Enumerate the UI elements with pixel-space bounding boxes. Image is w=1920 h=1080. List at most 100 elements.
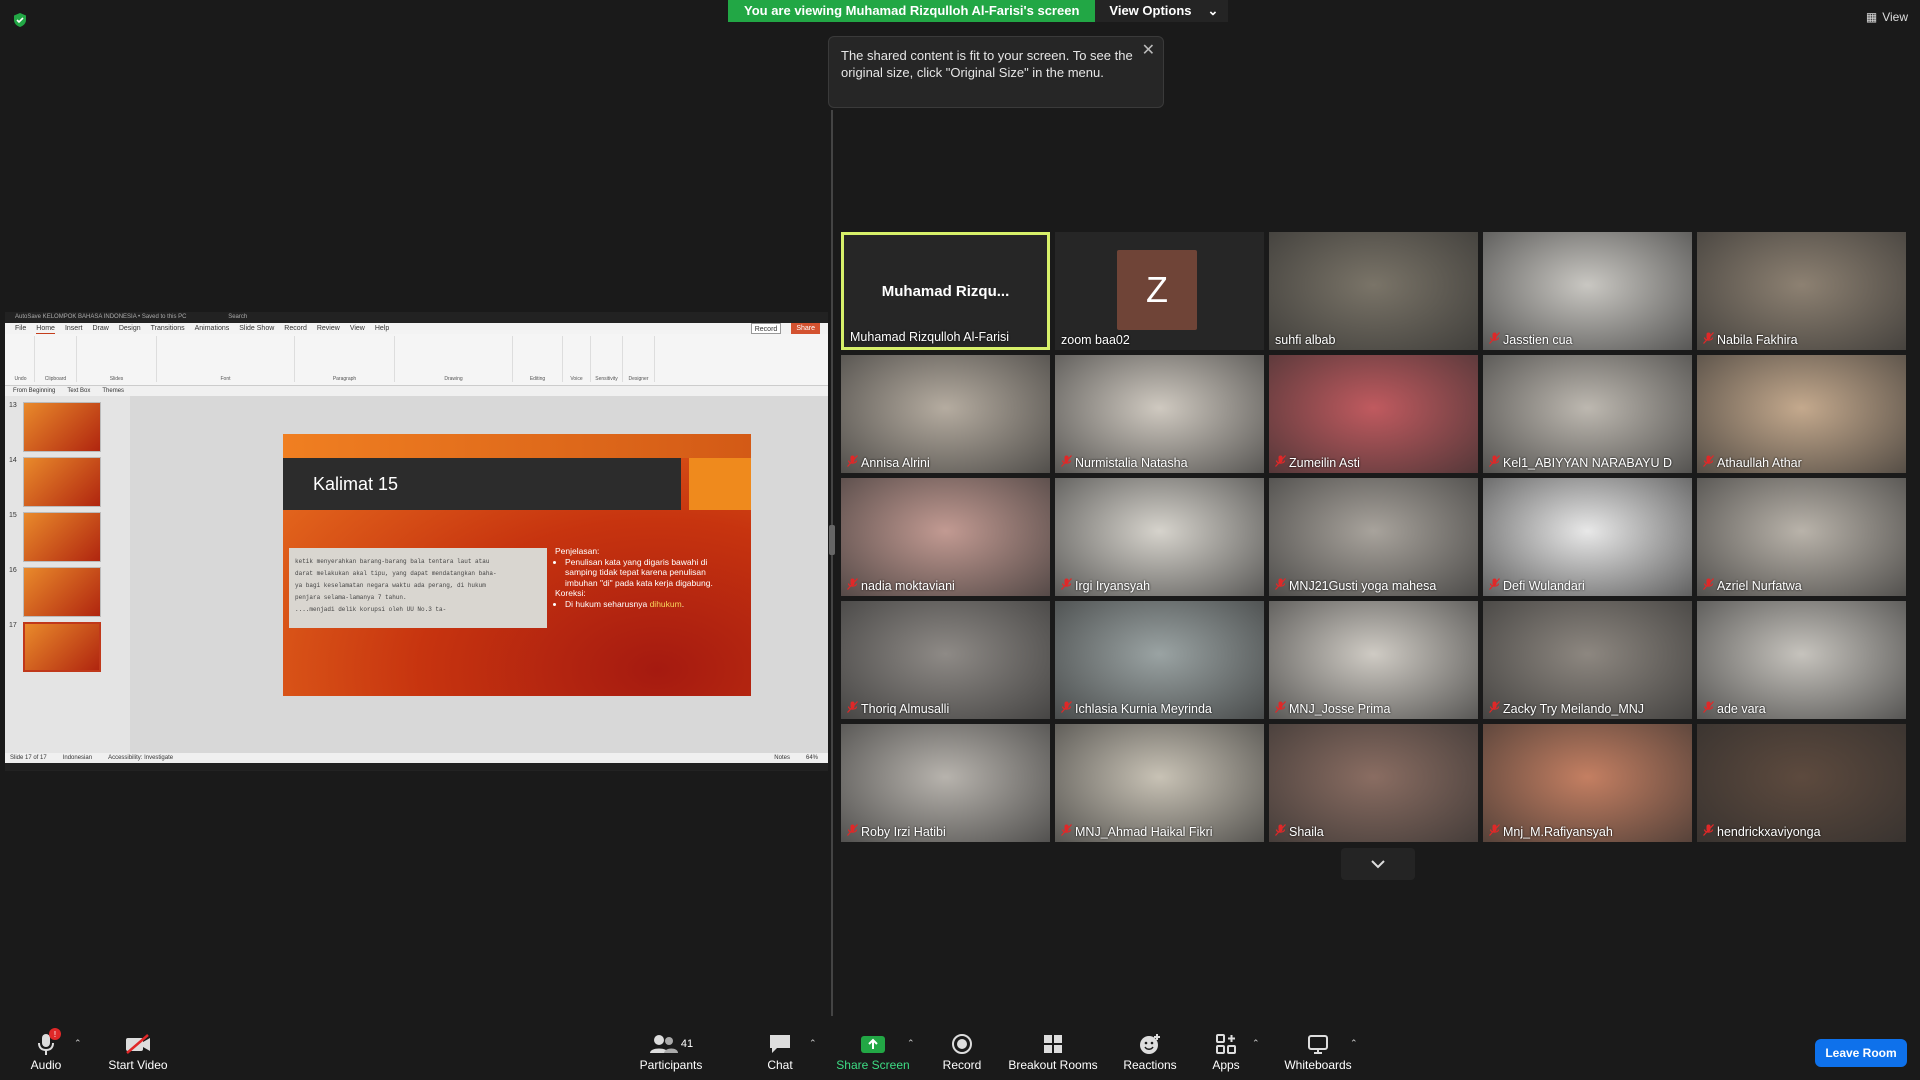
view-options-label: View Options — [1109, 3, 1192, 18]
ppt-menu-slide-show[interactable]: Slide Show — [239, 323, 274, 334]
participant-tile[interactable]: Mnj_M.Rafiyansyah — [1483, 724, 1692, 842]
slide-thumbnail[interactable] — [23, 567, 101, 617]
gallery-next-page-button[interactable] — [1341, 848, 1415, 880]
ribbon-group-editing[interactable]: Editing — [513, 336, 563, 382]
ppt-menu-help[interactable]: Help — [375, 323, 389, 334]
ppt-record-button[interactable]: Record — [750, 323, 782, 334]
divider-drag-handle[interactable] — [829, 525, 835, 555]
from-beginning-button[interactable]: From Beginning — [13, 386, 55, 396]
participant-tile[interactable]: Annisa Alrini — [841, 355, 1050, 473]
slide-thumbnail[interactable] — [23, 457, 101, 507]
participant-tile[interactable]: MNJ_Ahmad Haikal Fikri — [1055, 724, 1264, 842]
ribbon-group-drawing[interactable]: Drawing — [395, 336, 513, 382]
ppt-share-button[interactable]: Share — [791, 323, 820, 334]
whiteboards-options-caret-icon[interactable]: ⌃ — [1350, 1038, 1358, 1049]
participant-tile[interactable]: Shaila — [1269, 724, 1478, 842]
ppt-menu-animations[interactable]: Animations — [195, 323, 230, 334]
ppt-menu-insert[interactable]: Insert — [65, 323, 83, 334]
whiteboards-button[interactable]: Whiteboards — [1276, 1030, 1360, 1072]
participant-tile[interactable]: Athaullah Athar — [1697, 355, 1906, 473]
participant-tile[interactable]: Ichlasia Kurnia Meyrinda — [1055, 601, 1264, 719]
leave-room-button[interactable]: Leave Room — [1815, 1039, 1907, 1067]
breakout-rooms-button[interactable]: Breakout Rooms — [1008, 1030, 1098, 1072]
participant-name-label: Jasstien cua — [1489, 332, 1572, 347]
current-slide[interactable]: Kalimat 15 ketik menyerahkan barang-bara… — [283, 434, 751, 696]
start-video-button[interactable]: Start Video — [104, 1030, 172, 1072]
record-button[interactable]: Record — [940, 1030, 984, 1072]
koreksi-highlight: dihukum — [649, 598, 682, 609]
ppt-menu-home[interactable]: Home — [36, 323, 55, 334]
ppt-menu-draw[interactable]: Draw — [92, 323, 108, 334]
participant-tile[interactable]: Roby Irzi Hatibi — [841, 724, 1050, 842]
participant-tile[interactable]: suhfi albab — [1269, 232, 1478, 350]
mic-muted-icon — [1061, 455, 1072, 470]
status-accessibility[interactable]: Accessibility: Investigate — [108, 753, 173, 763]
mic-muted-icon — [1489, 701, 1500, 716]
status-notes[interactable]: Notes — [774, 753, 790, 763]
participant-name: Thoriq Almusalli — [861, 701, 950, 716]
reactions-label: Reactions — [1123, 1058, 1177, 1072]
text-box-button[interactable]: Text Box — [67, 386, 90, 396]
participant-tile[interactable]: Muhamad Rizqu... Muhamad Rizqulloh Al-Far… — [841, 232, 1050, 350]
participant-tile[interactable]: Irgi Iryansyah — [1055, 478, 1264, 596]
ppt-menu-file[interactable]: File — [15, 323, 26, 334]
share-options-caret-icon[interactable]: ⌃ — [907, 1038, 915, 1049]
ribbon-group-font[interactable]: Font — [157, 336, 295, 382]
ribbon-group-clipboard[interactable]: Clipboard — [35, 336, 77, 382]
participant-tile[interactable]: Nurmistalia Natasha — [1055, 355, 1264, 473]
ppt-quick-bar: From Beginning Text Box Themes — [5, 386, 828, 396]
chat-options-caret-icon[interactable]: ⌃ — [809, 1038, 817, 1049]
themes-button[interactable]: Themes — [102, 386, 124, 396]
participant-tile[interactable]: Defi Wulandari — [1483, 478, 1692, 596]
participant-tile[interactable]: hendrickxaviyonga — [1697, 724, 1906, 842]
ribbon-group-designer[interactable]: Designer — [623, 336, 655, 382]
ribbon-group-voice[interactable]: Voice — [563, 336, 591, 382]
ppt-menu-transitions[interactable]: Transitions — [151, 323, 185, 334]
ribbon-group-slides[interactable]: Slides — [77, 336, 157, 382]
view-options-button[interactable]: View Options ⌄ — [1095, 0, 1229, 22]
ribbon-group-sensitivity[interactable]: Sensitivity — [591, 336, 623, 382]
close-icon[interactable]: ✕ — [1142, 42, 1155, 59]
participant-tile[interactable]: nadia moktaviani — [841, 478, 1050, 596]
apps-options-caret-icon[interactable]: ⌃ — [1252, 1038, 1260, 1049]
ribbon-label: Slides — [109, 376, 124, 382]
chat-button[interactable]: Chat — [760, 1030, 800, 1072]
status-language[interactable]: Indonesian — [63, 753, 92, 763]
security-shield-icon[interactable] — [12, 12, 28, 28]
slide-thumbnail-selected[interactable] — [23, 622, 101, 672]
ppt-search[interactable]: Search — [228, 314, 247, 320]
participant-name-label: MNJ_Josse Prima — [1275, 701, 1390, 716]
participants-icon: 41 — [637, 1030, 705, 1058]
participant-tile[interactable]: Nabila Fakhira — [1697, 232, 1906, 350]
participant-tile[interactable]: Thoriq Almusalli — [841, 601, 1050, 719]
reactions-button[interactable]: Reactions — [1120, 1030, 1180, 1072]
ribbon-group-paragraph[interactable]: Paragraph — [295, 336, 395, 382]
share-banner: You are viewing Muhamad Rizqulloh Al-Far… — [728, 0, 1229, 22]
participant-tile[interactable]: Zumeilin Asti — [1269, 355, 1478, 473]
share-screen-button[interactable]: Share Screen — [836, 1030, 910, 1072]
ppt-menu-record[interactable]: Record — [284, 323, 307, 334]
ribbon-group-undo[interactable]: Undo — [7, 336, 35, 382]
slide-thumbnail[interactable] — [23, 402, 101, 452]
audio-button[interactable]: Audio ! — [26, 1028, 66, 1072]
participant-tile[interactable]: ade vara — [1697, 601, 1906, 719]
participants-button[interactable]: 41 Participants — [637, 1030, 705, 1072]
apps-button[interactable]: Apps — [1206, 1030, 1246, 1072]
ppt-menu-design[interactable]: Design — [119, 323, 141, 334]
participant-tile[interactable]: Kel1_ABIYYAN NARABAYU D — [1483, 355, 1692, 473]
participant-tile[interactable]: Zzoom baa02 — [1055, 232, 1264, 350]
participant-tile[interactable]: MNJ21Gusti yoga mahesa — [1269, 478, 1478, 596]
participant-tile[interactable]: Zacky Try Meilando_MNJ — [1483, 601, 1692, 719]
mic-muted-icon — [1703, 578, 1714, 593]
participant-tile[interactable]: MNJ_Josse Prima — [1269, 601, 1478, 719]
participant-tile[interactable]: Jasstien cua — [1483, 232, 1692, 350]
ppt-menu-view[interactable]: View — [350, 323, 365, 334]
breakout-rooms-label: Breakout Rooms — [1008, 1058, 1098, 1072]
audio-options-caret-icon[interactable]: ⌃ — [74, 1038, 82, 1049]
view-button[interactable]: ▦ View — [1866, 10, 1908, 24]
ppt-menu-review[interactable]: Review — [317, 323, 340, 334]
split-divider[interactable] — [831, 110, 833, 1030]
participant-tile[interactable]: Azriel Nurfatwa — [1697, 478, 1906, 596]
status-zoom[interactable]: 64% — [806, 753, 818, 763]
slide-thumbnail[interactable] — [23, 512, 101, 562]
